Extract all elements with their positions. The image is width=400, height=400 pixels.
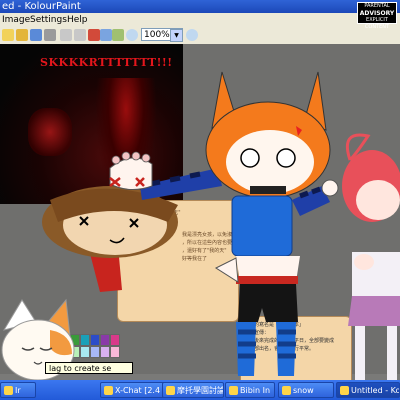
app-icon — [229, 386, 238, 395]
taskbar: Ir X-Chat [2.4 摩托學園討論 Bibin In snow Unti… — [0, 380, 400, 400]
app-icon — [166, 386, 175, 395]
app-icon — [4, 386, 13, 395]
pink-hair-girl-character — [342, 133, 400, 380]
taskbar-task-active[interactable]: Untitled - Ko — [336, 382, 400, 398]
taskbar-task[interactable]: Bibin In — [225, 382, 275, 398]
taskbar-task[interactable]: 摩托學園討論 — [162, 382, 224, 398]
character-drawings — [1, 71, 400, 381]
taskbar-task[interactable]: Ir — [0, 382, 36, 398]
tooltip: lag to create se — [45, 362, 133, 374]
taskbar-task[interactable]: X-Chat [2.4 — [100, 382, 166, 398]
app-icon — [282, 386, 291, 395]
app-icon — [104, 386, 113, 395]
app-icon — [340, 386, 349, 395]
fox-girl-character — [205, 71, 339, 376]
taskbar-task[interactable]: snow — [278, 382, 334, 398]
